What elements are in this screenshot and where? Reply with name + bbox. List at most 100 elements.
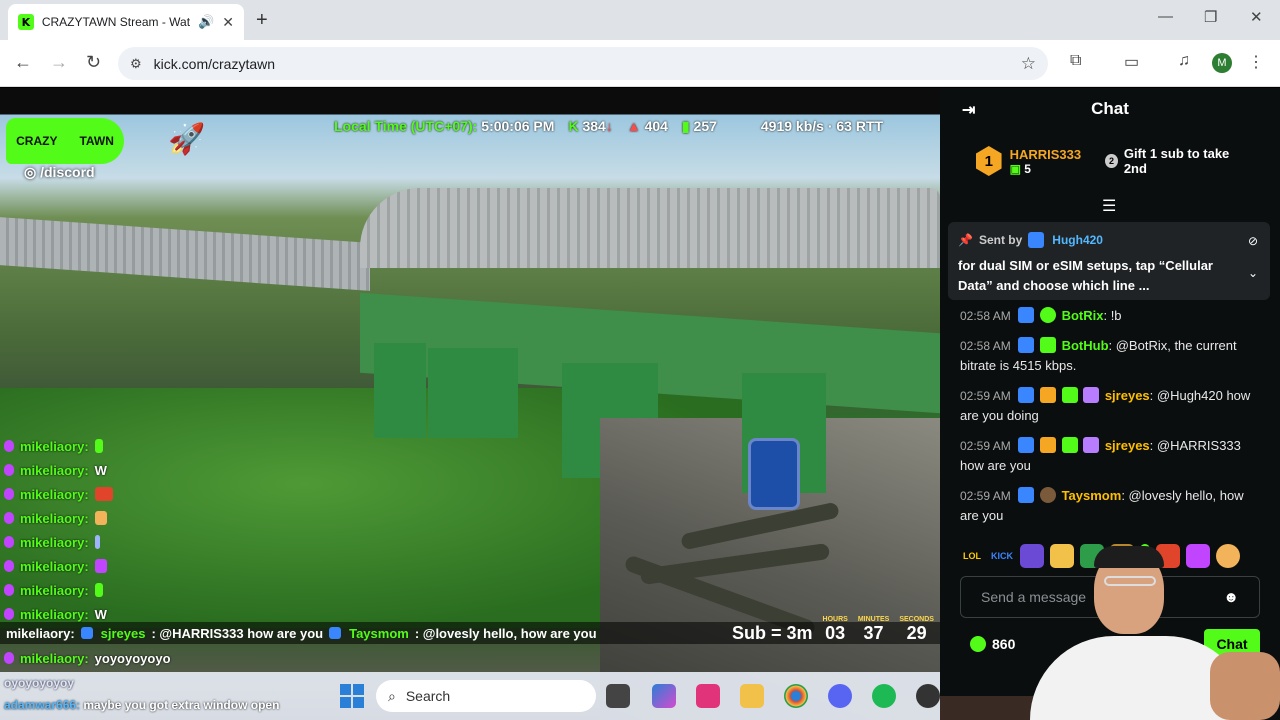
- pinned-header: 📌 Sent by Hugh420: [958, 232, 1260, 248]
- kick-favicon-icon: K: [18, 14, 34, 30]
- emote-kick[interactable]: KICK: [990, 544, 1014, 568]
- maximize-icon[interactable]: ❐: [1204, 8, 1217, 26]
- back-arrow-icon[interactable]: ←: [14, 52, 32, 73]
- feed-line: mikeliaory: yoyoyoyoyo: [4, 646, 171, 670]
- message-time: 02:59 AM: [960, 489, 1011, 503]
- streamer-hair: [1094, 546, 1164, 568]
- chat-header: ⇥ Chat: [940, 88, 1280, 130]
- taskbar-search[interactable]: ⌕ Search: [376, 680, 596, 712]
- crazytawn-logo: CRAZY TAWN: [6, 118, 124, 164]
- kick-icon: K: [568, 118, 579, 134]
- emote-lol[interactable]: LOL: [960, 544, 984, 568]
- points-value: 860: [992, 636, 1016, 652]
- streamer-arm: [1210, 652, 1280, 720]
- chat-title: Chat: [1091, 99, 1129, 118]
- shed-roof: [360, 188, 940, 268]
- cast-icon[interactable]: ▭: [1124, 52, 1139, 72]
- leader-info: HARRIS333 ▣ 5: [1010, 147, 1082, 176]
- chevron-down-icon[interactable]: ⌄: [1248, 266, 1258, 280]
- tab-close-icon[interactable]: ✕: [222, 14, 234, 31]
- message-username[interactable]: Taysmom: [1062, 488, 1122, 503]
- windows-start-icon[interactable]: [340, 684, 364, 708]
- shed-roof: [0, 217, 370, 291]
- bridge-pillar: [374, 343, 426, 438]
- stat-bars: ▮ 257: [682, 118, 717, 135]
- bookmark-star-icon[interactable]: ☆: [1021, 54, 1036, 74]
- viewers-up: K 384↓: [568, 118, 612, 134]
- chat-message: 02:58 AM BotRix: !b: [960, 306, 1260, 326]
- copilot-icon[interactable]: [652, 684, 676, 708]
- user-icon: [4, 488, 14, 500]
- viewers-down-value: 404: [644, 118, 668, 134]
- feed-line: mikeliaory:: [4, 530, 204, 554]
- feed-line: mikeliaory:: [4, 506, 204, 530]
- feed-line: mikeliaory:: [4, 434, 204, 458]
- collapse-chat-icon[interactable]: ⇥: [962, 100, 975, 120]
- ticker-message: : @lovesly hello, how are you: [414, 625, 597, 641]
- bars-icon: ▮: [681, 117, 690, 134]
- feed-username: mikeliaory:: [20, 462, 89, 478]
- bridge-pillar: [428, 348, 518, 438]
- seconds-value: 29: [906, 623, 927, 643]
- message-username[interactable]: sjreyes: [1105, 388, 1150, 403]
- badge-icon: [1018, 387, 1035, 403]
- discord-icon[interactable]: [828, 684, 852, 708]
- gift-text: Gift 1 sub to take 2nd: [1123, 146, 1230, 176]
- discord-label: ◎ /discord: [24, 164, 95, 180]
- app-icon[interactable]: [606, 684, 630, 708]
- gift-sub-prompt[interactable]: 2 Gift 1 sub to take 2nd: [1105, 146, 1244, 176]
- media-controls-icon[interactable]: ♫: [1178, 52, 1190, 70]
- message-username[interactable]: sjreyes: [1105, 438, 1150, 453]
- address-bar[interactable]: ⚙ kick.com/crazytawn ☆: [118, 47, 1048, 80]
- gift-badge-icon: [1083, 387, 1100, 403]
- sent-by-label: Sent by: [978, 233, 1023, 247]
- search-label: Search: [405, 688, 451, 704]
- user-icon: [4, 652, 14, 664]
- chrome-icon[interactable]: [784, 684, 808, 708]
- emote-icon: [94, 583, 103, 597]
- chat-overlay-feed: mikeliaory: mikeliaory: W mikeliaory: mik…: [4, 434, 204, 626]
- menu-kebab-icon[interactable]: ⋮: [1248, 52, 1264, 72]
- obs-icon[interactable]: [916, 684, 940, 708]
- spotify-icon[interactable]: [872, 684, 896, 708]
- reload-icon[interactable]: ↻: [86, 52, 101, 73]
- logo-text-right: TAWN: [79, 134, 114, 148]
- rocket-icon: 🚀: [168, 123, 206, 156]
- user-icon: [4, 536, 14, 548]
- app-icon[interactable]: [696, 684, 720, 708]
- feed-message: W: [94, 606, 107, 622]
- message-time: 02:58 AM: [960, 339, 1011, 353]
- file-explorer-icon[interactable]: [740, 684, 764, 708]
- speaker-icon[interactable]: 🔊: [198, 14, 214, 30]
- minimize-icon[interactable]: —: [1158, 8, 1173, 25]
- hours-label: HOURS: [822, 616, 848, 623]
- gift-badge-icon: [1083, 437, 1100, 453]
- forward-arrow-icon[interactable]: →: [50, 52, 68, 73]
- leaf-emote-icon: [94, 487, 113, 501]
- hide-eye-icon[interactable]: ⊘: [1248, 234, 1258, 248]
- window-close-icon[interactable]: ✕: [1250, 8, 1263, 26]
- leader-name[interactable]: HARRIS333: [1010, 147, 1082, 162]
- site-settings-icon[interactable]: ⚙: [130, 56, 142, 72]
- chat-message: 02:58 AM BotHub: @BotRix, the current bi…: [960, 336, 1260, 376]
- feed-line: mikeliaory:: [4, 482, 204, 506]
- webcam-overlay: [940, 540, 1280, 720]
- message-username[interactable]: BotRix: [1062, 308, 1104, 323]
- pinned-user[interactable]: Hugh420: [1052, 233, 1103, 247]
- pinned-message[interactable]: 📌 Sent by Hugh420 for dual SIM or eSIM s…: [948, 222, 1270, 300]
- filter-icon[interactable]: ☰: [1102, 196, 1116, 216]
- feed-username: mikeliaory:: [20, 582, 89, 598]
- new-tab-plus-icon[interactable]: +: [256, 9, 268, 32]
- profile-avatar[interactable]: M: [1212, 53, 1232, 73]
- bitrate: 4919 kb/s · 63 RTT: [760, 118, 884, 134]
- viewers-down: ▲ 404: [627, 118, 668, 134]
- message-username[interactable]: BotHub: [1062, 338, 1109, 353]
- minutes-label: MINUTES: [857, 616, 890, 623]
- feed-faded-line: oyoyoyoyoy: [4, 676, 74, 690]
- feed-username: mikeliaory:: [20, 510, 89, 526]
- channel-points[interactable]: 860: [970, 636, 1015, 652]
- browser-tab[interactable]: K CRAZYTAWN Stream - Watc 🔊 ✕: [8, 4, 244, 40]
- extensions-icon[interactable]: ⧉: [1070, 52, 1081, 70]
- ticker-username: Taysmom: [349, 625, 409, 641]
- message-text: : !b: [1103, 308, 1122, 323]
